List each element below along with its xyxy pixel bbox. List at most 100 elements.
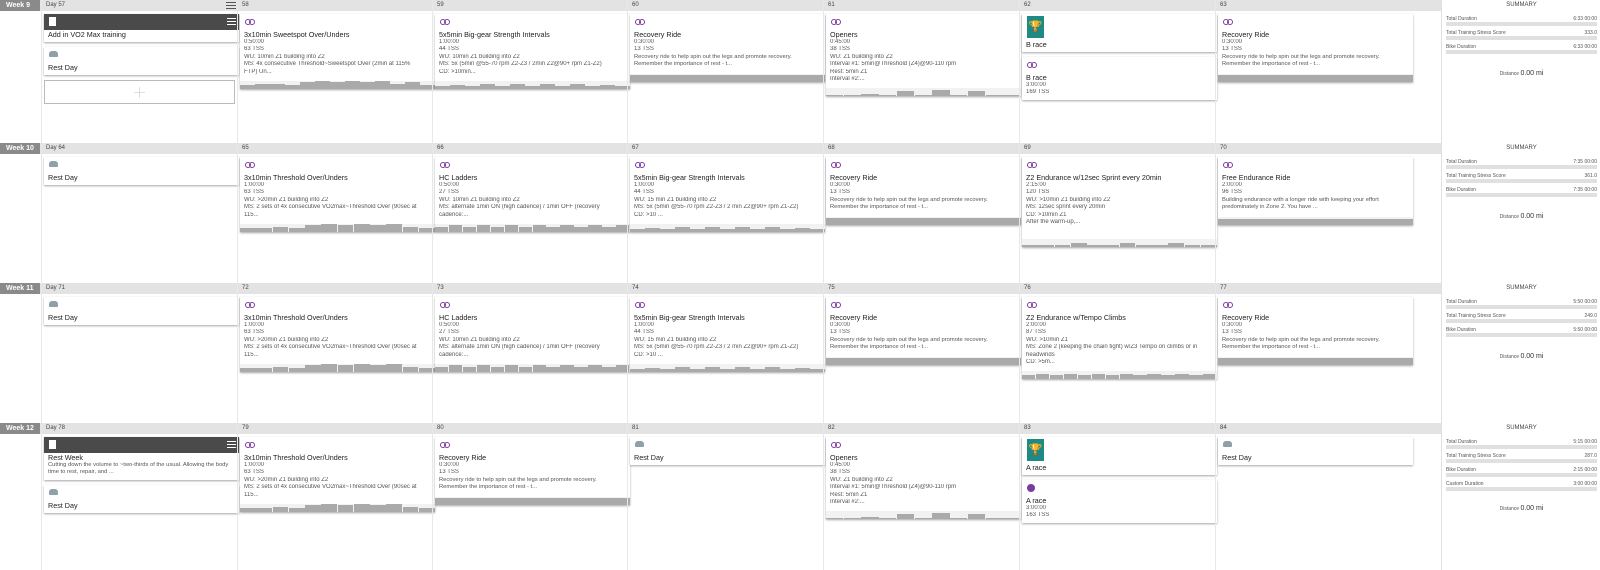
distance-value: 0.00 mi: [1520, 505, 1544, 512]
distance-label: Distance: [1499, 71, 1520, 77]
card-detail: WU: Z1 building into Z2: [830, 476, 893, 483]
week-label[interactable]: Week 10: [0, 143, 40, 154]
workout-card[interactable]: Recovery Ride 0:30:00 13 TSS Recovery ride …: [435, 437, 630, 505]
day-cell[interactable]: 82 Openers 0:45:00 38 TSS WU: Z1 building in…: [823, 423, 1022, 570]
day-cell[interactable]: Day 64 Rest Day: [41, 143, 240, 283]
card-title: Z2 Endurance w/12sec Sprint every 20min: [1026, 173, 1162, 182]
day-cell[interactable]: 68 Recovery Ride 0:30:00 13 TSS Recovery rid…: [823, 143, 1022, 283]
profile-bar: [370, 225, 386, 232]
summary-row: Total Training Stress Score 333.0: [1446, 30, 1597, 42]
day-cell[interactable]: Day 57 Add in VO2 Max training Rest Day: [41, 0, 240, 143]
card-header: [435, 14, 630, 30]
workout-card[interactable]: HC Ladders 0:50:00 27 TSS WU: 10min Z1 buil…: [435, 157, 630, 232]
workout-card[interactable]: Recovery Ride 0:30:00 13 TSS Recovery ride …: [630, 14, 825, 82]
profile-bar: [305, 505, 321, 512]
card-header: [44, 485, 239, 501]
day-cell[interactable]: 58 3x10min Sweetspot Over/Unders 0:50:00 63…: [237, 0, 436, 143]
day-cell[interactable]: 61 Openers 0:45:00 38 TSS WU: Z1 building in…: [823, 0, 1022, 143]
distance-value: 0.00 mi: [1520, 70, 1544, 77]
day-cell[interactable]: 74 5x5min Big-gear Strength Intervals 1:00…: [627, 283, 826, 423]
bike-icon: [635, 301, 645, 308]
workout-card[interactable]: Recovery Ride 0:30:00 13 TSS Recovery ride …: [1218, 14, 1413, 82]
day-cell[interactable]: 70 Free Endurance Ride 2:00:00 96 TSS Buildi…: [1215, 143, 1414, 283]
day-cell[interactable]: 59 5x5min Big-gear Strength Intervals 1:00…: [432, 0, 631, 143]
card-title: 3x10min Threshold Over/Unders: [244, 173, 348, 182]
workout-card[interactable]: Rest Day: [1218, 437, 1413, 465]
workout-card[interactable]: Add in VO2 Max training: [44, 14, 239, 42]
workout-card[interactable]: Recovery Ride 0:30:00 13 TSS Recovery ride …: [1218, 297, 1413, 365]
workout-card[interactable]: Rest Day: [44, 297, 239, 325]
day-cell[interactable]: 66 HC Ladders 0:50:00 27 TSS WU: 10min Z1 bu…: [432, 143, 631, 283]
day-number: Day 64: [46, 145, 66, 151]
card-menu-icon[interactable]: [227, 441, 236, 448]
workout-card[interactable]: Rest Day: [44, 47, 239, 75]
day-cell[interactable]: 77 Recovery Ride 0:30:00 13 TSS Recovery rid…: [1215, 283, 1414, 423]
workout-card[interactable]: 3x10min Threshold Over/Unders 1:00:00 63 T…: [240, 157, 435, 232]
day-cell[interactable]: 63 Recovery Ride 0:30:00 13 TSS Recovery rid…: [1215, 0, 1414, 143]
workout-card[interactable]: 🏆 B race: [1022, 14, 1217, 52]
day-number: 80: [437, 425, 444, 431]
card-menu-icon[interactable]: [227, 18, 236, 25]
card-description: Recovery ride to help spin out the legs …: [1222, 336, 1380, 350]
card-detail: Interval #1: 5min@Threshold (Z4)@90-110 …: [830, 61, 957, 68]
workout-card[interactable]: 5x5min Big-gear Strength Intervals 1:00:0…: [435, 14, 630, 89]
day-number: 59: [437, 2, 444, 8]
day-cell[interactable]: 67 5x5min Big-gear Strength Intervals 1:00…: [627, 143, 826, 283]
day-cell[interactable]: Day 71 Rest Day: [41, 283, 240, 423]
day-cell[interactable]: 83 🏆 A race A race 3:00:00 163 TSS: [1019, 423, 1218, 570]
day-cell[interactable]: 81 Rest Day: [627, 423, 826, 570]
week-label[interactable]: Week 9: [0, 0, 40, 11]
workout-card[interactable]: Free Endurance Ride 2:00:00 96 TSS Building…: [1218, 157, 1413, 225]
day-cell[interactable]: 60 Recovery Ride 0:30:00 13 TSS Recovery rid…: [627, 0, 826, 143]
workout-card[interactable]: Recovery Ride 0:30:00 13 TSS Recovery ride …: [826, 157, 1021, 225]
workout-card[interactable]: 🏆 A race: [1022, 437, 1217, 475]
profile-bar: [588, 365, 602, 372]
profile-bar: [1103, 245, 1119, 247]
day-cell[interactable]: Day 78 Rest Week Cutting down the volume t…: [41, 423, 240, 570]
workout-card[interactable]: B race 3:00:00 169 TSS: [1022, 57, 1217, 100]
workout-card[interactable]: 3x10min Sweetspot Over/Unders 0:50:00 63 T…: [240, 14, 435, 89]
workout-card[interactable]: Z2 Endurance w/12sec Sprint every 20min 2…: [1022, 157, 1217, 247]
card-detail: 13 TSS: [439, 469, 459, 476]
card-detail: 0:50:00: [439, 322, 460, 328]
workout-card[interactable]: 3x10min Threshold Over/Unders 1:00:00 63 T…: [240, 297, 435, 372]
profile-bar: [765, 366, 780, 372]
day-cell[interactable]: 79 3x10min Threshold Over/Unders 1:00:00 63…: [237, 423, 436, 570]
summary-bar: [1446, 445, 1597, 449]
workout-card[interactable]: Rest Week Cutting down the volume to ~two…: [44, 437, 239, 480]
profile-bar: [630, 229, 645, 232]
day-number: 69: [1024, 145, 1031, 151]
day-cell[interactable]: 72 3x10min Threshold Over/Unders 1:00:00 63…: [237, 283, 436, 423]
profile-bar: [240, 368, 256, 372]
workout-card[interactable]: Rest Day: [44, 485, 239, 513]
workout-card[interactable]: 5x5min Big-gear Strength Intervals 1:00:0…: [630, 297, 825, 372]
week-label[interactable]: Week 11: [0, 283, 40, 294]
profile-bar: [402, 506, 419, 512]
workout-card[interactable]: HC Ladders 0:50:00 27 TSS WU: 10min Z1 buil…: [435, 297, 630, 372]
day-menu-icon[interactable]: [226, 2, 236, 9]
day-cell[interactable]: 75 Recovery Ride 0:30:00 13 TSS Recovery rid…: [823, 283, 1022, 423]
card-detail: WU: 10min Z1 building into Z2: [439, 53, 520, 60]
profile-bar: [390, 83, 405, 89]
day-cell[interactable]: 73 HC Ladders 0:50:00 27 TSS WU: 10min Z1 bu…: [432, 283, 631, 423]
day-cell[interactable]: 65 3x10min Threshold Over/Unders 1:00:00 63…: [237, 143, 436, 283]
day-cell[interactable]: 76 Z2 Endurance w/Tempo Climbs 2:00:00 87 T…: [1019, 283, 1218, 423]
workout-card[interactable]: Rest Day: [630, 437, 825, 465]
workout-card[interactable]: 3x10min Threshold Over/Unders 1:00:00 63 T…: [240, 437, 435, 512]
workout-card[interactable]: A race 3:00:00 163 TSS: [1022, 480, 1217, 523]
workout-card[interactable]: 5x5min Big-gear Strength Intervals 1:00:0…: [630, 157, 825, 232]
profile-bar: [370, 505, 386, 512]
workout-card[interactable]: Recovery Ride 0:30:00 13 TSS Recovery ride …: [826, 297, 1021, 365]
workout-card[interactable]: Openers 0:45:00 38 TSS WU: Z1 building into…: [826, 14, 1021, 97]
workout-card[interactable]: Z2 Endurance w/Tempo Climbs 2:00:00 87 TSS…: [1022, 297, 1217, 380]
profile-bar: [504, 365, 519, 372]
workout-card[interactable]: Openers 0:45:00 38 TSS WU: Z1 building into…: [826, 437, 1021, 520]
week-label[interactable]: Week 12: [0, 423, 40, 434]
day-cell[interactable]: 80 Recovery Ride 0:30:00 13 TSS Recovery rid…: [432, 423, 631, 570]
day-cell[interactable]: 62 🏆 B race B race 3:00:00 169 TSS: [1019, 0, 1218, 143]
day-number: 72: [242, 285, 249, 291]
day-cell[interactable]: 84 Rest Day: [1215, 423, 1414, 570]
add-workout-button[interactable]: [44, 80, 235, 104]
day-cell[interactable]: 69 Z2 Endurance w/12sec Sprint every 20mi…: [1019, 143, 1218, 283]
workout-card[interactable]: Rest Day: [44, 157, 239, 185]
